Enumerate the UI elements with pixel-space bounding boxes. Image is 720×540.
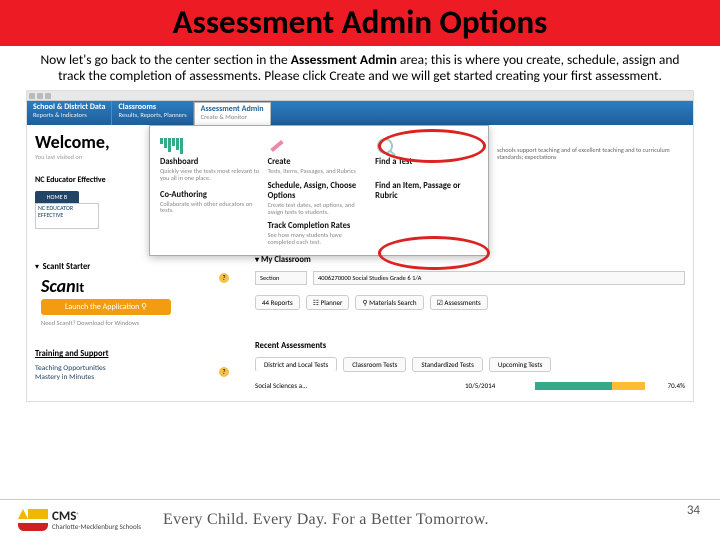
right-panel-text: schools support teaching and of excellen… [497, 147, 687, 160]
planner-button[interactable]: ☷ Planner [306, 295, 350, 310]
result-pct: 70.4% [645, 381, 685, 390]
scanit-note: Need ScanIt? Download for Windows [41, 319, 139, 327]
slide-footer: CMS®Charlotte-Mecklenburg Schools Every … [0, 500, 720, 540]
create-link[interactable]: Create [268, 157, 368, 167]
track-link[interactable]: Track Completion Rates [268, 221, 368, 231]
result-date: 10/5/2014 [465, 381, 535, 390]
launch-app-button[interactable]: Launch the Application ⚲ [41, 299, 171, 315]
search-icon: ⚲ [141, 302, 147, 312]
dropdown-col-dashboard: Dashboard Quickly view the tests most re… [156, 132, 264, 247]
training-link-2[interactable]: Mastery in Minutes [35, 374, 106, 383]
intro-text: Now let's go back to the center section … [0, 46, 720, 88]
section-label: Section [255, 271, 307, 285]
highlight-track [378, 236, 490, 270]
coauthoring-link[interactable]: Co-Authoring [160, 190, 260, 200]
section-row: Section 4006270000 Social Studies Grade … [255, 271, 685, 285]
scanit-logo: ScanIt [41, 275, 84, 297]
home-tab[interactable]: HOME B [35, 191, 79, 203]
myclass-buttons: 44 Reports ☷ Planner ⚲ Materials Search … [255, 295, 488, 310]
welcome-heading: Welcome, [35, 131, 110, 153]
chevron-down-icon[interactable]: ▾ [255, 255, 259, 265]
bars-icon [160, 134, 260, 154]
tab-classroom[interactable]: Classroom Tests [343, 357, 406, 372]
section-select[interactable]: 4006270000 Social Studies Grade 6 1/A [313, 271, 685, 285]
materials-search-button[interactable]: ⚲ Materials Search [355, 295, 423, 310]
slide-title: Assessment Admin Options [0, 2, 720, 42]
dashboard-link[interactable]: Dashboard [160, 157, 260, 167]
tab-standardized[interactable]: Standardized Tests [412, 357, 483, 372]
crown-icon [18, 509, 48, 531]
reports-button[interactable]: 44 Reports [255, 295, 300, 310]
nee-box: NC EDUCATOR EFFECTIVE [35, 203, 99, 229]
tagline: Every Child. Every Day. For a Better Tom… [163, 511, 489, 529]
nee-heading: NC Educator Effective [35, 175, 106, 185]
chevron-down-icon[interactable]: ▾ [35, 262, 39, 272]
result-row[interactable]: Social Sciences a... 10/5/2014 70.4% [255, 381, 685, 390]
intro-bold: Assessment Admin [291, 51, 397, 68]
nav-school-district[interactable]: School & District DataReports & Indicato… [27, 101, 112, 125]
find-item-link[interactable]: Find an Item, Passage or Rubric [375, 181, 475, 201]
my-classroom-heading: ▾ My Classroom [255, 255, 311, 265]
help-icon[interactable]: ? [219, 367, 229, 377]
nav-assessment-admin[interactable]: Assessment AdminCreate & Monitor [194, 102, 271, 125]
welcome-sub: You last visited on [35, 153, 82, 161]
help-icon[interactable]: ? [219, 273, 229, 283]
training-heading: Training and Support [35, 349, 109, 359]
assessments-button[interactable]: ☑ Assessments [430, 295, 488, 310]
result-name: Social Sciences a... [255, 381, 465, 390]
nav-classrooms[interactable]: ClassroomsResults, Reports, Planners [112, 101, 193, 125]
assessment-dropdown: Dashboard Quickly view the tests most re… [149, 125, 489, 256]
tab-district[interactable]: District and Local Tests [255, 357, 337, 372]
embedded-screenshot: School & District DataReports & Indicato… [26, 90, 694, 402]
scanit-section: ▾ ScanIt Starter [35, 255, 90, 274]
recent-heading: Recent Assessments [255, 341, 326, 351]
browser-chrome [27, 91, 693, 101]
page-number: 34 [687, 503, 700, 518]
dropdown-col-create: Create Tests, Items, Passages, and Rubri… [264, 132, 372, 247]
result-bar [535, 382, 645, 390]
intro-before: Now let's go back to the center section … [40, 51, 290, 68]
cms-logo: CMS®Charlotte-Mecklenburg Schools [18, 509, 141, 531]
schedule-link[interactable]: Schedule, Assign, Choose Options [268, 181, 368, 201]
main-nav: School & District DataReports & Indicato… [27, 101, 693, 125]
recent-tabs: District and Local Tests Classroom Tests… [255, 357, 551, 372]
pencil-icon [268, 134, 368, 154]
tab-upcoming[interactable]: Upcoming Tests [489, 357, 552, 372]
training-links: Teaching Opportunities Mastery in Minute… [35, 365, 106, 382]
